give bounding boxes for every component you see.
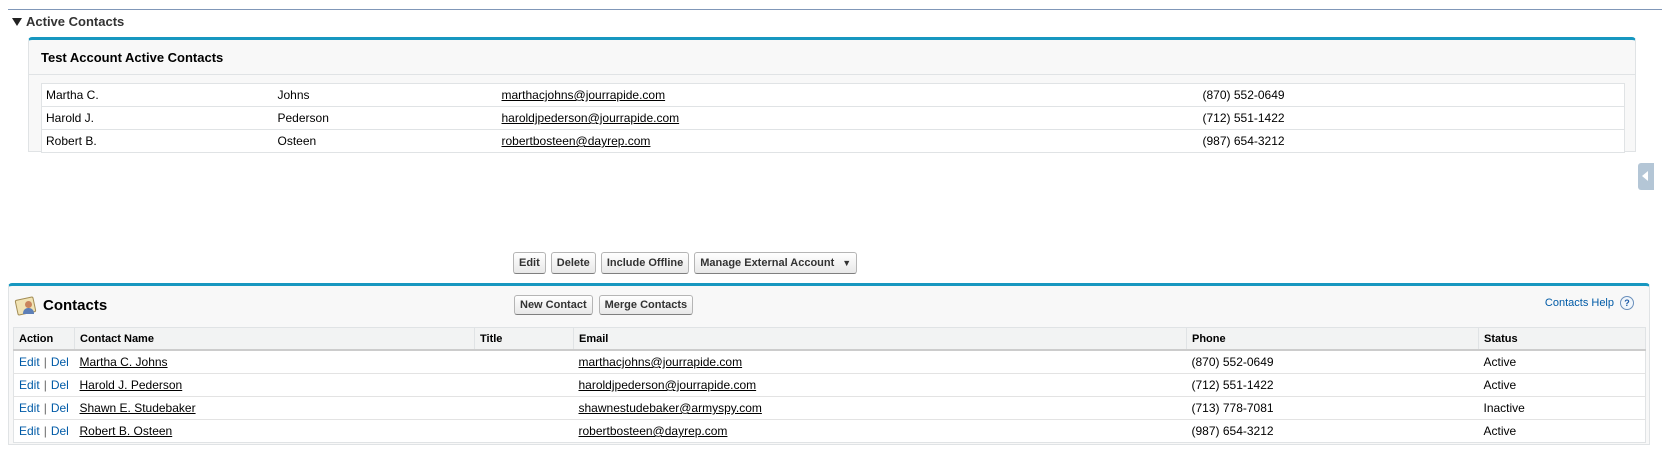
status-cell: Active: [1483, 424, 1517, 438]
del-link[interactable]: Del: [51, 355, 69, 369]
contacts-help[interactable]: Contacts Help ?: [1545, 296, 1634, 310]
delete-button[interactable]: Delete: [550, 252, 596, 274]
new-contact-button[interactable]: New Contact: [514, 295, 593, 315]
email-link[interactable]: robertbosteen@dayrep.com: [579, 424, 728, 438]
column-header-action: Action: [13, 327, 75, 351]
manage-external-account-button[interactable]: Manage External Account ▼: [694, 252, 858, 274]
last-name-cell: Pederson: [273, 106, 498, 130]
sidebar-collapse-tab[interactable]: [1638, 163, 1654, 190]
table-row: Martha C. Johns marthacjohns@jourrapide.…: [41, 83, 1625, 107]
separator: |: [43, 378, 47, 392]
action-cell: Edit | Del: [13, 373, 75, 397]
merge-contacts-button[interactable]: Merge Contacts: [598, 295, 694, 315]
email-link[interactable]: haroldjpederson@jourrapide.com: [502, 111, 680, 125]
column-header-email[interactable]: Email: [573, 327, 1187, 351]
table-row: Robert B. Osteen robertbosteen@dayrep.co…: [42, 130, 1625, 153]
phone-cell: (712) 551-1422: [1198, 106, 1625, 130]
edit-link[interactable]: Edit: [19, 355, 40, 369]
separator: |: [43, 401, 47, 415]
email-link[interactable]: shawnestudebaker@armyspy.com: [579, 401, 762, 415]
table-row: Edit | Del Robert B. Osteen robertbosteen@…: [14, 420, 1646, 443]
del-link[interactable]: Del: [51, 378, 69, 392]
action-cell: Edit | Del: [13, 350, 75, 374]
dropdown-caret-icon: ▼: [842, 258, 852, 268]
column-header-contact-name[interactable]: Contact Name: [74, 327, 475, 351]
phone-cell: (712) 551-1422: [1186, 373, 1479, 397]
contact-name-link[interactable]: Shawn E. Studebaker: [80, 401, 196, 415]
table-row: Edit | Del Martha C. Johns marthacjohns@jo…: [13, 350, 1646, 374]
last-name-cell: Johns: [273, 83, 498, 107]
contacts-help-link[interactable]: Contacts Help: [1545, 297, 1614, 309]
separator: |: [43, 424, 47, 438]
manage-external-account-label: Manage External Account: [700, 257, 835, 269]
status-cell: Active: [1478, 373, 1646, 397]
related-list-title: Contacts: [43, 296, 108, 314]
title-cell: [474, 373, 574, 397]
panel-divider: [29, 74, 1635, 75]
column-header-title[interactable]: Title: [474, 327, 574, 351]
separator: |: [43, 355, 47, 369]
email-link[interactable]: marthacjohns@jourrapide.com: [579, 355, 743, 369]
phone-cell: (870) 552-0649: [1198, 83, 1625, 107]
edit-button[interactable]: Edit: [513, 252, 546, 274]
title-cell: [474, 396, 574, 420]
active-contacts-table: Martha C. Johns marthacjohns@jourrapide.…: [41, 83, 1625, 153]
phone-cell: (987) 654-3212: [1191, 424, 1274, 438]
related-list-header: Contacts: [14, 294, 108, 316]
status-cell: Active: [1478, 350, 1646, 374]
contacts-icon: [14, 294, 37, 316]
del-link[interactable]: Del: [51, 401, 69, 415]
contact-name-link[interactable]: Harold J. Pederson: [80, 378, 183, 392]
first-name-cell: Martha C.: [41, 83, 274, 107]
section-divider: [8, 9, 1662, 10]
phone-cell: (713) 778-7081: [1186, 396, 1479, 420]
title-cell: [474, 350, 574, 374]
phone-cell: (987) 654-3212: [1202, 134, 1285, 148]
first-name-cell: Harold J.: [41, 106, 274, 130]
collapse-triangle-icon[interactable]: [12, 18, 22, 26]
include-offline-button[interactable]: Include Offline: [600, 252, 690, 274]
table-row: Edit | Del Harold J. Pederson haroldjpeder…: [13, 373, 1646, 397]
help-icon[interactable]: ?: [1620, 296, 1634, 310]
action-cell: Edit | Del: [14, 420, 75, 443]
column-header-phone[interactable]: Phone: [1186, 327, 1479, 351]
contacts-table: Action Contact Name Title Email Phone St…: [13, 327, 1646, 443]
email-link[interactable]: marthacjohns@jourrapide.com: [502, 88, 666, 102]
edit-link[interactable]: Edit: [19, 424, 40, 438]
panel-title: Test Account Active Contacts: [41, 50, 224, 65]
contact-name-link[interactable]: Martha C. Johns: [80, 355, 168, 369]
contacts-related-list: Contacts New Contact Merge Contacts Cont…: [8, 283, 1650, 445]
active-contacts-section-header[interactable]: Active Contacts: [12, 14, 124, 29]
section-title: Active Contacts: [26, 14, 125, 29]
active-contacts-panel: Test Account Active Contacts Martha C. J…: [28, 37, 1636, 153]
column-header-status[interactable]: Status: [1478, 327, 1646, 351]
del-link[interactable]: Del: [51, 424, 69, 438]
table-row: Harold J. Pederson haroldjpederson@jourr…: [41, 106, 1625, 130]
contact-name-link[interactable]: Robert B. Osteen: [80, 424, 173, 438]
table-header-row: Action Contact Name Title Email Phone St…: [13, 327, 1646, 351]
edit-link[interactable]: Edit: [19, 401, 40, 415]
edit-link[interactable]: Edit: [19, 378, 40, 392]
table-row: Edit | Del Shawn E. Studebaker shawnestude…: [13, 396, 1646, 420]
first-name-cell: Robert B.: [46, 134, 97, 148]
last-name-cell: Osteen: [277, 134, 317, 148]
email-link[interactable]: haroldjpederson@jourrapide.com: [579, 378, 757, 392]
action-cell: Edit | Del: [13, 396, 75, 420]
related-list-buttons: New Contact Merge Contacts: [514, 295, 694, 315]
detail-toolbar: Edit Delete Include Offline Manage Exter…: [513, 252, 858, 274]
title-cell: [475, 420, 574, 443]
phone-cell: (870) 552-0649: [1186, 350, 1479, 374]
email-link[interactable]: robertbosteen@dayrep.com: [502, 134, 651, 148]
status-cell: Inactive: [1478, 396, 1646, 420]
